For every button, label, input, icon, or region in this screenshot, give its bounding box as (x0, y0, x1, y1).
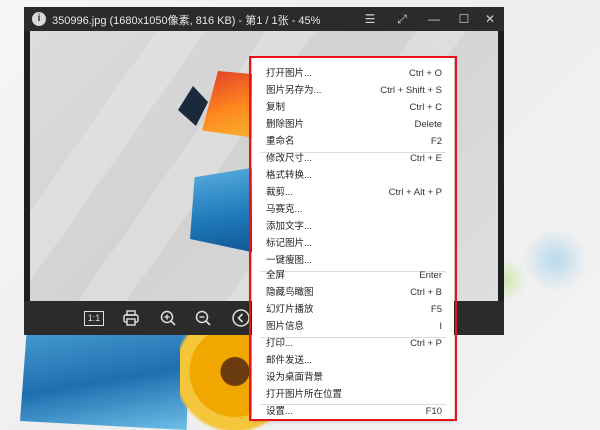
print-icon[interactable] (120, 308, 142, 328)
menu-item-label: 一键瘦图... (266, 255, 312, 266)
fullscreen-icon[interactable]: ⤢ (394, 11, 410, 27)
menu-item-label: 添加文字... (266, 221, 312, 232)
menu-item-shortcut: Ctrl + P (410, 338, 442, 349)
menu-item-label: 重命名 (266, 136, 295, 147)
menu-item-shortcut: F2 (430, 136, 442, 147)
menu-item-label: 设置... (266, 406, 293, 417)
menu-item-email[interactable]: 邮件发送... (266, 353, 442, 369)
desktop-background-splash (520, 230, 590, 290)
menu-icon[interactable]: ☰ (362, 11, 378, 27)
menu-item-shortcut: Ctrl + O (409, 68, 442, 79)
menu-item-label: 马赛克... (266, 204, 303, 215)
menu-item-hide-overview[interactable]: 隐藏鸟瞰图 Ctrl + B (266, 285, 442, 301)
menu-item-copy[interactable]: 复制 Ctrl + C (266, 100, 442, 116)
menu-item-label: 裁剪... (266, 187, 293, 198)
close-button[interactable]: ✕ (482, 11, 498, 27)
menu-item-annotate[interactable]: 标记图片... (266, 236, 442, 252)
menu-item-mosaic[interactable]: 马赛克... (266, 202, 442, 218)
menu-item-crop[interactable]: 裁剪... Ctrl + Alt + P (266, 185, 442, 201)
menu-item-fullscreen[interactable]: 全屏 Enter (266, 268, 442, 284)
info-icon[interactable]: i (32, 12, 46, 26)
menu-item-label: 打开图片... (266, 68, 312, 79)
zoom-in-icon[interactable] (157, 308, 179, 328)
menu-item-print[interactable]: 打印... Ctrl + P (266, 336, 442, 352)
menu-item-shortcut: Delete (414, 119, 442, 130)
menu-item-label: 格式转换... (266, 170, 312, 181)
menu-item-label: 隐藏鸟瞰图 (266, 287, 314, 298)
menu-item-open-location[interactable]: 打开图片所在位置 (266, 387, 442, 403)
menu-item-shortcut: Ctrl + C (409, 102, 442, 113)
menu-item-shortcut: Ctrl + B (410, 287, 442, 298)
menu-item-image-info[interactable]: 图片信息 I (266, 319, 442, 335)
menu-item-add-text[interactable]: 添加文字... (266, 219, 442, 235)
menu-item-label: 删除图片 (266, 119, 305, 130)
context-menu: 打开图片... Ctrl + O 图片另存为... Ctrl + Shift + S… (252, 58, 454, 420)
previous-icon[interactable] (230, 308, 252, 328)
menu-item-label: 图片信息 (266, 321, 305, 332)
maximize-button[interactable]: ☐ (456, 11, 472, 27)
menu-item-settings[interactable]: 设置... F10 (266, 404, 442, 420)
menu-item-label: 打开图片所在位置 (266, 389, 343, 400)
menu-item-shortcut: F10 (425, 406, 442, 417)
menu-item-set-wallpaper[interactable]: 设为桌面背景 (266, 370, 442, 386)
menu-item-label: 修改尺寸... (266, 153, 312, 164)
title-bar[interactable]: i 350996.jpg (1680x1050像素, 816 KB) - 第1 … (24, 7, 504, 31)
menu-item-label: 标记图片... (266, 238, 312, 249)
menu-item-shortcut: F5 (430, 304, 442, 315)
menu-item-slideshow[interactable]: 幻灯片播放 F5 (266, 302, 442, 318)
menu-item-label: 复制 (266, 102, 286, 113)
menu-item-compress[interactable]: 一键瘦图... (266, 253, 442, 269)
menu-item-save-as[interactable]: 图片另存为... Ctrl + Shift + S (266, 83, 442, 99)
window-title: 350996.jpg (1680x1050像素, 816 KB) - 第1 / … (52, 15, 321, 27)
menu-item-convert[interactable]: 格式转换... (266, 168, 442, 184)
menu-item-label: 邮件发送... (266, 355, 312, 366)
menu-item-shortcut: Ctrl + Shift + S (380, 85, 442, 96)
actual-size-button[interactable]: 1:1 (84, 311, 104, 326)
menu-item-label: 全屏 (266, 270, 286, 281)
menu-item-resize[interactable]: 修改尺寸... Ctrl + E (266, 151, 442, 167)
menu-item-label: 设为桌面背景 (266, 372, 324, 383)
minimize-button[interactable]: — (426, 11, 442, 27)
menu-item-shortcut: Ctrl + E (410, 153, 442, 164)
menu-item-label: 幻灯片播放 (266, 304, 314, 315)
menu-item-shortcut: Enter (419, 270, 442, 281)
menu-item-open[interactable]: 打开图片... Ctrl + O (266, 66, 442, 82)
menu-item-shortcut: I (439, 321, 442, 332)
menu-item-delete[interactable]: 删除图片 Delete (266, 117, 442, 133)
menu-item-rename[interactable]: 重命名 F2 (266, 134, 442, 150)
menu-item-label: 打印... (266, 338, 293, 349)
menu-item-label: 图片另存为... (266, 85, 322, 96)
zoom-out-icon[interactable] (192, 308, 214, 328)
menu-item-shortcut: Ctrl + Alt + P (388, 187, 442, 198)
